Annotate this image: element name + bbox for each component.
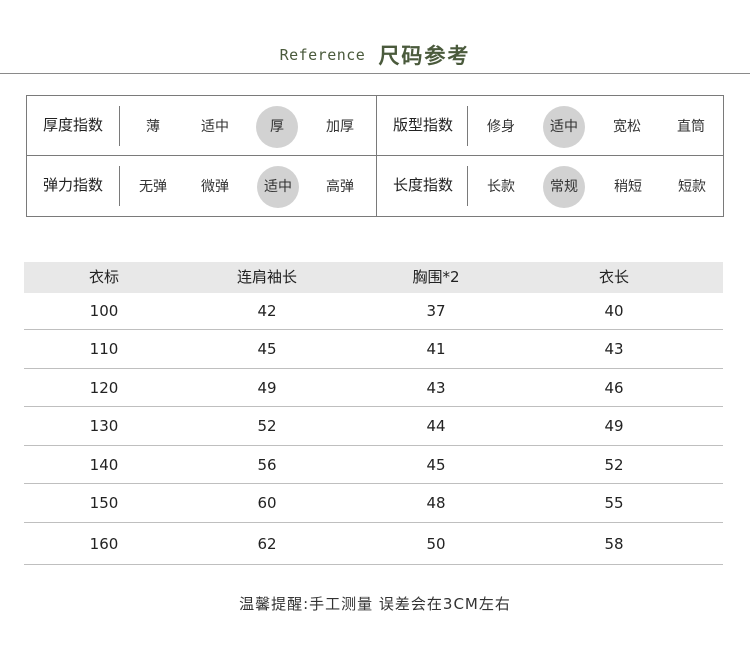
table-cell: 43 [426, 378, 446, 397]
index-option: 微弹 [201, 179, 229, 195]
table-cell: 41 [426, 340, 446, 358]
table-row: 120 49 43 46 [24, 369, 723, 407]
index-option: 薄 [146, 119, 160, 135]
table-cell: 110 [89, 340, 119, 358]
table-cell: 45 [257, 340, 277, 358]
index-elasticity: 弹力指数 无弹 微弹 适中 高弹 [27, 156, 376, 215]
table-cell: 43 [604, 340, 624, 358]
index-option-selected: 常规 [543, 166, 585, 208]
index-title: 长度指数 [392, 176, 453, 194]
table-cell: 50 [426, 534, 446, 553]
index-option: 修身 [487, 119, 515, 135]
index-separator [467, 166, 468, 206]
table-header-cell: 衣标 [88, 268, 119, 286]
table-cell: 56 [257, 455, 277, 474]
index-option: 直筒 [677, 119, 705, 135]
table-cell: 150 [89, 494, 119, 512]
index-option-selected: 厚 [256, 106, 298, 148]
table-cell: 48 [426, 494, 446, 512]
header-title: 尺码参考 [378, 44, 471, 68]
table-row: 160 62 50 58 [24, 523, 723, 565]
table-cell: 140 [89, 455, 119, 474]
index-option-selected: 适中 [257, 166, 299, 208]
table-cell: 45 [426, 455, 446, 474]
index-title: 厚度指数 [42, 116, 103, 134]
index-option: 短款 [678, 179, 706, 195]
table-cell: 160 [89, 534, 119, 553]
table-header: 衣标 连肩袖长 胸围*2 衣长 [24, 262, 723, 293]
table-cell: 46 [604, 378, 624, 397]
index-option: 稍短 [614, 179, 642, 195]
table-cell: 40 [604, 302, 624, 320]
table-cell: 44 [426, 417, 446, 435]
table-row: 150 60 48 55 [24, 484, 723, 523]
index-option: 无弹 [139, 179, 167, 195]
index-option: 适中 [201, 119, 229, 135]
table-cell: 55 [604, 494, 624, 512]
table-header-cell: 胸围*2 [412, 268, 460, 286]
table-cell: 42 [257, 302, 277, 320]
index-option: 长款 [487, 179, 515, 195]
table-cell: 130 [89, 417, 119, 435]
index-separator [119, 106, 120, 146]
index-separator [467, 106, 468, 146]
table-cell: 52 [257, 417, 277, 435]
index-title: 版型指数 [392, 116, 453, 134]
index-separator [119, 166, 120, 206]
index-option: 加厚 [326, 119, 354, 135]
table-header-cell: 衣长 [598, 268, 629, 286]
index-panel: 厚度指数 薄 适中 厚 加厚 版型指数 修身 适中 宽松 直筒 弹力指数 无弹 … [26, 95, 724, 217]
table-row: 130 52 44 49 [24, 407, 723, 446]
index-option: 高弹 [326, 179, 354, 195]
table-cell: 52 [604, 455, 624, 474]
index-length: 长度指数 长款 常规 稍短 短款 [377, 156, 724, 215]
table-row: 110 45 41 43 [24, 330, 723, 369]
table-row: 100 42 37 40 [24, 293, 723, 330]
header-divider [0, 73, 750, 74]
table-row: 140 56 45 52 [24, 446, 723, 484]
table-cell: 37 [426, 302, 446, 320]
table-header-cell: 连肩袖长 [236, 268, 297, 286]
table-cell: 62 [257, 534, 277, 553]
header-reference-label: Reference [279, 46, 366, 64]
index-thickness: 厚度指数 薄 适中 厚 加厚 [27, 96, 376, 155]
table-cell: 120 [89, 378, 119, 397]
index-option-selected: 适中 [543, 106, 585, 148]
table-cell: 49 [257, 378, 277, 397]
table-cell: 58 [604, 534, 624, 553]
measurement-note: 温馨提醒:手工测量 误差会在3CM左右 [239, 595, 511, 613]
index-option: 宽松 [613, 119, 641, 135]
table-cell: 60 [257, 494, 277, 512]
index-fit: 版型指数 修身 适中 宽松 直筒 [377, 96, 724, 155]
table-cell: 100 [89, 302, 119, 320]
page-header: Reference 尺码参考 [0, 40, 750, 70]
table-cell: 49 [604, 417, 624, 435]
index-title: 弹力指数 [42, 176, 103, 194]
